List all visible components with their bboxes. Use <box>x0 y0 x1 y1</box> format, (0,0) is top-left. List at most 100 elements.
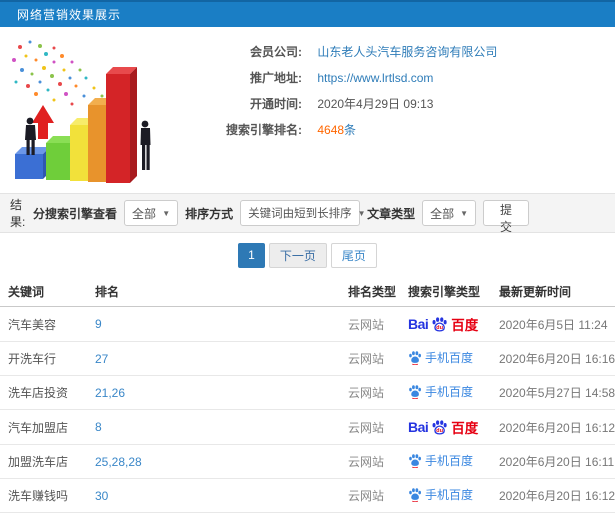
promo-url-label: 推广地址: <box>250 71 302 85</box>
member-company-row: 会员公司: 山东老人头汽车服务咨询有限公司 <box>192 39 615 65</box>
mobile-baidu-label: 手机百度 <box>425 385 474 399</box>
rank-link[interactable]: 21,26 <box>87 375 340 410</box>
table-row: 汽车美容 9 云网站 Bai du 百度 2020年6月5日 11:24 <box>0 306 615 342</box>
update-time-cell: 2020年6月20日 16:12 <box>491 409 615 445</box>
bar-chart-graphic <box>12 40 151 183</box>
mobile-baidu-paw-icon <box>409 351 421 365</box>
chevron-down-icon: ▼ <box>162 208 171 218</box>
rank-link[interactable]: 27 <box>87 341 340 376</box>
rank-link[interactable]: 8 <box>87 409 340 445</box>
member-company-label: 会员公司: <box>250 45 302 59</box>
company-info: 会员公司: 山东老人头汽车服务咨询有限公司 推广地址: https://www.… <box>192 27 615 193</box>
col-header-keyword: 关键词 <box>0 277 87 307</box>
mobile-baidu-label: 手机百度 <box>425 454 474 468</box>
rank-type-cell: 云网站 <box>340 444 400 479</box>
last-page-button[interactable]: 尾页 <box>330 242 377 268</box>
engine-filter-select[interactable]: 全部 ▼ <box>123 200 179 226</box>
col-header-updated: 最新更新时间 <box>491 277 615 307</box>
mobile-baidu-badge: 手机百度 <box>408 349 473 366</box>
sort-select[interactable]: 关键词由短到长排序 ▼ <box>240 200 366 226</box>
engine-rank-row: 搜索引擎排名: 4648条 <box>192 117 615 143</box>
rank-link[interactable]: 25,28,28 <box>87 444 340 479</box>
next-page-button[interactable]: 下一页 <box>268 242 327 268</box>
mobile-baidu-badge: 手机百度 <box>408 486 473 503</box>
update-time-cell: 2020年6月20日 16:11 <box>491 444 615 479</box>
mobile-baidu-paw-icon <box>409 488 421 502</box>
update-time-cell: 2020年5月27日 14:58 <box>491 375 615 410</box>
table-header-row: 关键词 排名 排名类型 搜索引擎类型 最新更新时间 <box>0 277 615 307</box>
table-body: 汽车美容 9 云网站 Bai du 百度 2020年6月5日 11:24 开洗车… <box>0 306 615 520</box>
engine-cell: 手机百度 <box>400 341 491 376</box>
keyword-cell: 洗车赚钱吗 <box>0 478 87 513</box>
col-header-rank: 排名 <box>87 277 340 307</box>
page: 网络营销效果展示 会员公司: 山东老人头汽车服务咨询有限公司 推广地址: htt… <box>0 0 615 520</box>
article-type-label: 文章类型 <box>367 206 416 221</box>
engine-rank-value[interactable]: 4648条 <box>317 123 356 137</box>
svg-text:du: du <box>436 428 443 434</box>
rank-type-cell: 云网站 <box>340 341 400 376</box>
baidu-logo: Bai du 百度 <box>408 314 478 334</box>
baidu-logo-text-bai: Bai <box>408 419 429 435</box>
col-header-engine-type: 搜索引擎类型 <box>400 277 491 307</box>
keyword-cell: 汽车美容 <box>0 306 87 342</box>
engine-filter-label: 分搜索引擎查看 <box>32 206 117 221</box>
bar-red <box>106 67 137 183</box>
chevron-down-icon: ▼ <box>460 208 469 218</box>
opened-time-label: 开通时间: <box>250 97 302 111</box>
article-type-select[interactable]: 全部 ▼ <box>422 200 477 226</box>
keyword-cell: 开洗车行 <box>0 341 87 376</box>
promo-url-link[interactable]: https://www.lrtlsd.com <box>317 71 433 85</box>
title-bar: 网络营销效果展示 <box>0 0 615 27</box>
rank-type-cell: 云网站 <box>340 306 400 342</box>
chevron-down-icon: ▼ <box>357 208 366 218</box>
info-section: 会员公司: 山东老人头汽车服务咨询有限公司 推广地址: https://www.… <box>0 27 615 193</box>
keyword-cell: 加盟洗车店 <box>0 444 87 479</box>
mobile-baidu-label: 手机百度 <box>425 351 474 365</box>
update-time-cell: 2020年6月20日 16:12 <box>491 478 615 513</box>
engine-cell: 手机百度 <box>400 512 491 520</box>
baidu-logo-text-cn: 百度 <box>451 421 479 436</box>
update-time-cell: 2020年6月5日 11:24 <box>491 306 615 342</box>
rank-link[interactable]: 30 <box>87 512 340 520</box>
keyword-cell: 汽车加盟店 <box>0 409 87 445</box>
engine-cell: Bai du 百度 <box>400 409 491 445</box>
table-row: 洗车店投资 21,26 云网站 手机百度 2020年5月27日 14:58 <box>0 375 615 410</box>
page-title: 网络营销效果展示 <box>17 8 122 22</box>
engine-cell: 手机百度 <box>400 478 491 513</box>
baidu-logo-text-bai: Bai <box>408 316 429 332</box>
update-time-cell: 2020年6月20日 16:16 <box>491 341 615 376</box>
result-label: 结果: <box>10 198 26 229</box>
rank-type-cell: 云网站 <box>340 478 400 513</box>
table-row: 开洗车行 27 云网站 手机百度 2020年6月20日 16:16 <box>0 341 615 376</box>
rank-type-cell: 云网站 <box>340 409 400 445</box>
opened-time-value: 2020年4月29日 09:13 <box>317 97 434 111</box>
engine-cell: 手机百度 <box>400 444 491 479</box>
mobile-baidu-badge: 手机百度 <box>408 452 473 469</box>
page-button-current[interactable]: 1 <box>238 242 265 268</box>
table-row: 洗车赚钱吗 30 云网站 手机百度 2020年6月20日 16:12 <box>0 478 615 513</box>
svg-text:du: du <box>436 325 443 331</box>
keyword-cell: 洗车店投资 <box>0 375 87 410</box>
mobile-baidu-badge: 手机百度 <box>408 383 473 400</box>
baidu-paw-icon: du <box>432 420 447 435</box>
rank-link[interactable]: 9 <box>87 306 340 342</box>
rank-unit: 条 <box>344 123 357 137</box>
engine-cell: Bai du 百度 <box>400 306 491 342</box>
engine-cell: 手机百度 <box>400 375 491 410</box>
submit-button[interactable]: 提交 <box>483 200 529 234</box>
rank-type-cell: 云网站 <box>340 512 400 520</box>
businessman-right <box>140 120 151 170</box>
table-row: 洗车店利润 30 云网站 手机百度 2020年6月18日 14:27 <box>0 512 615 520</box>
filter-bar: 结果: 分搜索引擎查看 全部 ▼ 排序方式 关键词由短到长排序 ▼ 文章类型 全… <box>0 193 615 234</box>
update-time-cell: 2020年6月18日 14:27 <box>491 512 615 520</box>
col-header-rank-type: 排名类型 <box>340 277 400 307</box>
table-row: 汽车加盟店 8 云网站 Bai du 百度 2020年6月20日 16:12 <box>0 409 615 445</box>
baidu-logo: Bai du 百度 <box>408 417 478 437</box>
article-type-value: 全部 <box>430 206 455 221</box>
keyword-cell: 洗车店利润 <box>0 512 87 520</box>
opened-time-row: 开通时间: 2020年4月29日 09:13 <box>192 91 615 117</box>
bar-chart-illustration <box>0 27 192 193</box>
member-company-link[interactable]: 山东老人头汽车服务咨询有限公司 <box>317 45 497 59</box>
rank-link[interactable]: 30 <box>87 478 340 513</box>
mobile-baidu-paw-icon <box>409 454 421 468</box>
